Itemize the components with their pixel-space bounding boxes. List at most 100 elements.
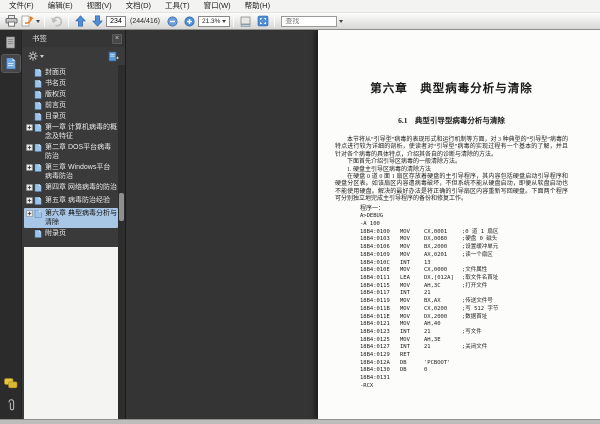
bookmark-item[interactable]: 附录页 [24,228,118,239]
code-line: -RCX [360,382,374,389]
close-panel-button[interactable]: × [112,33,122,44]
bookmark-item[interactable]: 第五章 病毒防治经验 [24,195,118,208]
menu-item[interactable]: 视图(V) [80,0,119,12]
toolbar: (244/416) 21.3% [0,13,600,30]
bookmarks-options-bar [22,47,125,65]
paperclip-icon [7,398,14,410]
bookmark-label: 目录页 [45,113,66,120]
scrolling-mode-button[interactable] [238,14,253,28]
bookmarks-scrollbar[interactable] [118,65,125,419]
bookmark-item[interactable]: 第六章 典型病毒分析与清除 [24,208,118,228]
zoom-in-button[interactable] [182,14,197,28]
menu-item[interactable]: 工具(T) [158,0,197,12]
bookmark-label: 第六章 典型病毒分析与清除 [45,210,117,226]
bookmark-page-icon [34,183,42,192]
chapter-title: 第六章 典型病毒分析与清除 [370,83,533,95]
code-line: 18B4:011E MOV DX,2000 ;数据首址 [360,313,488,320]
export-document-icon [21,15,34,27]
zoom-out-button[interactable] [165,14,180,28]
export-button[interactable] [21,14,40,28]
bookmark-expander[interactable] [26,209,34,220]
code-line: 18B4:0130 DB 0 [360,367,428,374]
zoom-level-select[interactable]: 21.3% [197,15,231,27]
bookmark-label: 第四章 网络病毒的防治 [45,184,117,191]
bookmark-gutter [26,229,34,230]
bookmark-label: 附录页 [45,230,66,237]
bookmark-expander[interactable] [26,123,34,134]
comments-panel-button[interactable] [2,375,20,392]
bookmark-page-icon [34,123,42,132]
bookmark-item[interactable]: 封面页 [24,67,118,78]
bookmark-label: 第三章 Windows平台病毒防治 [45,164,111,180]
bookmark-options-button[interactable] [28,51,44,61]
print-button[interactable] [4,14,19,28]
toolbar-separator [68,15,69,27]
bookmark-page-icon [34,79,42,88]
menu-item[interactable]: 帮助(H) [238,0,277,12]
bookmark-gutter [26,79,34,80]
page-number-input[interactable] [106,15,126,27]
bookmarks-panel-button[interactable] [0,54,21,73]
bookmark-item[interactable]: 目录页 [24,111,118,122]
bookmark-label: 第五章 病毒防治经验 [45,197,110,204]
printer-icon [5,15,18,27]
bookmark-expander[interactable] [26,183,34,194]
bookmarks-panel-title: 书签 [32,34,47,43]
expander-plus-icon[interactable] [26,164,33,171]
menu-item[interactable]: 文件(F) [2,0,41,12]
page-scroll-icon [241,16,251,27]
previous-page-button[interactable] [73,14,88,28]
bookmark-expander[interactable] [26,196,34,207]
menu-item[interactable]: 窗口(W) [197,0,238,12]
bookmark-gutter [26,101,34,102]
pages-icon [6,36,15,49]
bookmark-page-icon [34,209,42,218]
expander-plus-icon[interactable] [26,210,33,217]
bookmark-page-icon [34,101,42,110]
menu-bar: 文件(F) 编辑(E) 视图(V) 文档(D) 工具(T) 窗口(W) 帮助(H) [0,0,600,13]
attachments-panel-button[interactable] [2,396,20,413]
next-page-button[interactable] [90,14,105,28]
find-input[interactable] [282,17,337,25]
bookmark-item[interactable]: 书名页 [24,78,118,89]
code-line: 18B4:0131 [360,375,390,382]
bookmark-label: 第二章 DOS平台病毒防治 [45,144,112,160]
menu-item[interactable]: 编辑(E) [41,0,80,12]
previous-view-button[interactable] [49,14,64,28]
bookmark-item[interactable]: 第四章 网络病毒的防治 [24,182,118,195]
bookmark-page-icon [34,90,42,99]
fullscreen-button[interactable] [255,14,270,28]
page-count-label: (244/416) [130,17,160,25]
pages-panel-button[interactable] [2,34,20,51]
bookmark-page-icon [34,163,42,172]
toolbar-separator [44,15,45,27]
bookmark-item[interactable]: 前言页 [24,100,118,111]
code-line: 18B4:0109 MOV AX,0201 ;读一个扇区 [360,251,493,258]
find-field-wrap [281,15,338,27]
list-heading: 1. 硬盘主引导区病毒的清除方法 [347,166,432,173]
code-line: 18B4:0111 LEA DX,[012A] ;取文件名首址 [360,274,499,281]
expander-plus-icon[interactable] [26,144,33,151]
expander-plus-icon[interactable] [26,184,33,191]
export-caret-icon [36,19,40,23]
main-area: 书签 × 封面页书名页 版权页前言页目录页第一章 计算机病毒的概念及特征第二章 D… [0,30,600,419]
bookmark-gutter [26,68,34,69]
document-canvas[interactable]: 第六章 典型病毒分析与清除 6.1 典型引导型病毒分析与清除 本节将从“引导型”… [126,30,600,419]
bookmark-expander[interactable] [26,163,34,174]
bookmark-item[interactable]: 第二章 DOS平台病毒防治 [24,142,118,162]
bookmark-label: 前言页 [45,102,66,109]
bookmark-item[interactable]: 第三章 Windows平台病毒防治 [24,162,118,182]
program-label: 程序一： [360,205,385,212]
expander-plus-icon[interactable] [26,197,33,204]
bookmark-label: 封面页 [45,69,66,76]
bookmark-item[interactable]: 第一章 计算机病毒的概念及特征 [24,122,118,142]
expander-plus-icon[interactable] [26,124,33,131]
goto-current-bookmark-button[interactable] [108,51,119,62]
code-line: 18B4:010E MOV CX,0000 ;文件属性 [360,267,488,274]
down-arrow-icon [92,15,103,27]
menu-item[interactable]: 文档(D) [119,0,158,12]
bookmark-item[interactable]: 版权页 [24,89,118,100]
up-arrow-icon [75,15,86,27]
bookmark-expander[interactable] [26,143,34,154]
scrollbar-thumb[interactable] [119,193,124,221]
